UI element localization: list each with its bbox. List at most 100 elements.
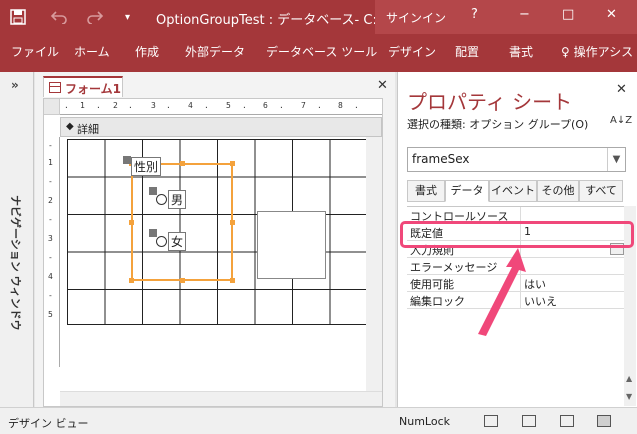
ruler-tick: . <box>166 101 171 110</box>
close-document-button[interactable]: ✕ <box>377 78 388 93</box>
option1-label[interactable]: 男 <box>168 190 187 209</box>
signin-link[interactable]: サインイン <box>386 9 446 26</box>
chevron-down-icon[interactable]: ▼ <box>607 148 625 171</box>
design-view-icon[interactable] <box>597 415 611 427</box>
selection-handle[interactable] <box>129 220 134 225</box>
move-handle[interactable] <box>149 187 157 195</box>
form-design-canvas: . 1 . 2 . 3 . 4 . 5 . 6 . 7 . 8 . ◆ 詳細 -… <box>43 98 383 407</box>
option-radio-1[interactable] <box>156 194 167 205</box>
ruler-tick: 4 <box>188 101 193 110</box>
option2-label[interactable]: 女 <box>168 232 187 251</box>
view-status: デザイン ビュー <box>8 417 89 430</box>
object-selector-value: frameSex <box>412 152 470 166</box>
ruler-tick: - <box>48 291 53 300</box>
column-divider <box>520 275 521 291</box>
scroll-up-icon[interactable]: ▲ <box>626 374 632 383</box>
property-value[interactable]: はい <box>524 276 546 292</box>
layout-view-icon[interactable] <box>522 415 536 427</box>
option-group-frame[interactable] <box>131 163 233 281</box>
detail-section-label: 詳細 <box>77 123 99 136</box>
tab-design[interactable]: デザイン <box>388 43 436 60</box>
numlock-indicator: NumLock <box>399 415 450 428</box>
ruler-tick: . <box>354 101 359 110</box>
tab-create[interactable]: 作成 <box>135 43 159 60</box>
detail-section-bar[interactable]: ◆ 詳細 <box>60 117 382 137</box>
minimize-button[interactable]: − <box>519 7 530 22</box>
property-row[interactable]: 編集ロック いいえ <box>407 292 626 309</box>
redo-icon[interactable] <box>86 0 104 34</box>
qat-customize-icon[interactable]: ▾ <box>125 0 130 34</box>
option-radio-2[interactable] <box>156 236 167 247</box>
tab-other-props[interactable]: その他 <box>537 180 579 202</box>
vertical-ruler[interactable]: - 1 - 2 - 3 - 4 - 5 <box>44 137 60 367</box>
sort-icon[interactable]: A↓Z <box>610 116 632 126</box>
expand-nav-button[interactable]: » <box>11 78 19 92</box>
tab-format[interactable]: 書式 <box>509 43 533 60</box>
ruler-tick: . <box>128 101 133 110</box>
ruler-tick: 3 <box>48 234 53 243</box>
save-icon[interactable] <box>10 0 26 34</box>
close-button[interactable]: ✕ <box>606 7 617 22</box>
form-selector[interactable] <box>44 99 60 115</box>
ruler-tick: 8 <box>338 101 343 110</box>
navigation-pane-label[interactable]: ナビゲーション ウィンドウ <box>8 195 24 345</box>
ribbon-tabs: ファイル ホーム 作成 外部データ データベース ツール デザイン 配置 書式 … <box>0 34 637 72</box>
ruler-tick: . <box>242 101 247 110</box>
ruler-tick: . <box>96 101 101 110</box>
tab-home[interactable]: ホーム <box>74 43 110 60</box>
tab-data-props[interactable]: データ <box>445 180 489 202</box>
restore-button[interactable]: □ <box>562 7 574 22</box>
horizontal-ruler[interactable]: . 1 . 2 . 3 . 4 . 5 . 6 . 7 . 8 . <box>60 99 382 115</box>
rectangle-control[interactable] <box>257 211 326 279</box>
form-view-icon[interactable] <box>484 415 498 427</box>
horizontal-scrollbar[interactable] <box>60 391 382 406</box>
object-selector[interactable]: frameSex ▼ <box>407 147 626 172</box>
tell-me-search[interactable]: ♀ 操作アシス <box>561 43 633 60</box>
highlight-box <box>400 221 634 248</box>
ruler-tick: - <box>48 141 53 150</box>
datasheet-view-icon[interactable] <box>560 415 574 427</box>
ruler-tick: . <box>204 101 209 110</box>
property-sheet-title: プロパティ シート <box>407 90 573 114</box>
ruler-tick: 5 <box>48 310 53 319</box>
tab-arrange[interactable]: 配置 <box>455 43 479 60</box>
ruler-tick: 7 <box>301 101 306 110</box>
tab-database-tools[interactable]: データベース ツール <box>266 43 377 60</box>
property-name: エラーメッセージ <box>410 261 498 274</box>
tab-form1[interactable]: フォーム1 <box>43 76 123 97</box>
vertical-scrollbar[interactable] <box>366 137 382 391</box>
selection-handle[interactable] <box>180 161 185 166</box>
tab-all-props[interactable]: すべて <box>579 180 623 202</box>
property-value[interactable]: いいえ <box>524 293 557 309</box>
column-divider <box>520 292 521 308</box>
ruler-tick: 1 <box>48 158 53 167</box>
status-bar: デザイン ビュー NumLock <box>0 407 637 434</box>
group-label[interactable]: 性別 <box>131 157 162 176</box>
close-property-sheet-button[interactable]: ✕ <box>616 82 627 97</box>
property-row[interactable]: 使用可能 はい <box>407 275 626 292</box>
tab-event-props[interactable]: イベント <box>489 180 537 202</box>
ruler-tick: . <box>64 101 69 110</box>
detail-grid[interactable]: 性別 男 女 <box>67 139 373 325</box>
ruler-tick: 1 <box>80 101 85 110</box>
help-button[interactable]: ? <box>471 7 478 22</box>
move-handle[interactable] <box>123 156 131 164</box>
tab-file[interactable]: ファイル <box>11 43 59 60</box>
form-icon <box>49 82 61 93</box>
property-row[interactable]: エラーメッセージ <box>407 258 626 275</box>
selection-handle[interactable] <box>180 278 185 283</box>
undo-icon[interactable] <box>50 0 68 34</box>
selection-handle[interactable] <box>230 161 235 166</box>
tab-format-props[interactable]: 書式 <box>407 180 445 202</box>
tab-external-data[interactable]: 外部データ <box>185 43 245 60</box>
window-title: OptionGroupTest : データベース- C:¥··· <box>156 13 398 28</box>
tab-form1-label: フォーム1 <box>65 82 121 96</box>
selection-handle[interactable] <box>230 220 235 225</box>
ruler-tick: 2 <box>48 196 53 205</box>
move-handle[interactable] <box>149 229 157 237</box>
ruler-tick: 5 <box>226 101 231 110</box>
selection-handle[interactable] <box>230 278 235 283</box>
selection-handle[interactable] <box>129 278 134 283</box>
ruler-tick: - <box>48 177 53 186</box>
scroll-down-icon[interactable]: ▼ <box>626 392 632 401</box>
